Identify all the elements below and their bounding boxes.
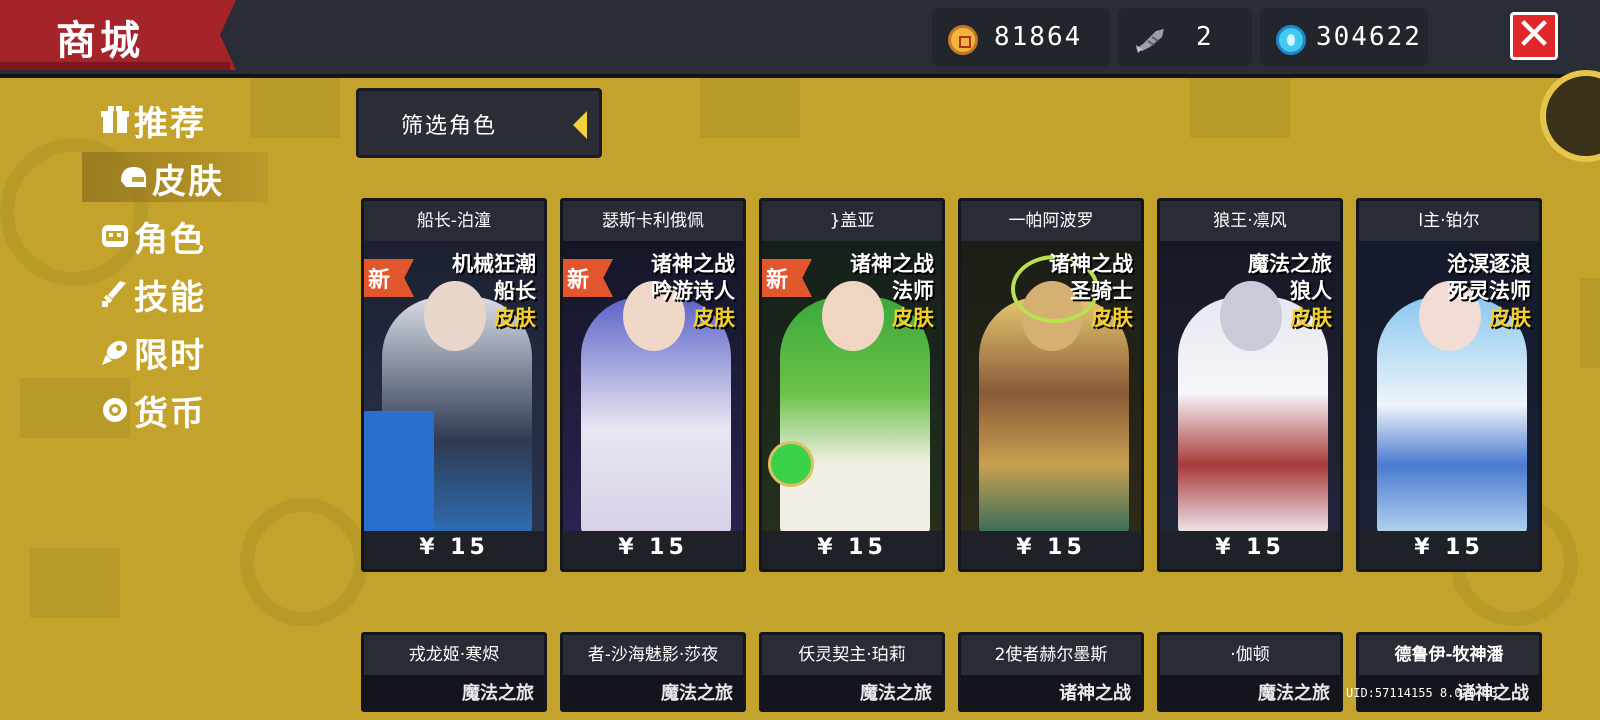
- skin-card-art: 沧溟逐浪 死灵法师 皮肤: [1359, 241, 1539, 531]
- skin-card[interactable]: 德鲁伊-牧神潘 诸神之战: [1356, 632, 1542, 712]
- gold-counter: 81864: [932, 8, 1110, 66]
- skin-card-price: ¥ 15: [419, 535, 489, 560]
- bg-pattern-ring: [240, 498, 368, 626]
- skin-card-name: 瑟斯卡利俄佩: [563, 201, 743, 241]
- bg-pattern-shape: [700, 78, 800, 138]
- filter-label: 筛选角色: [401, 114, 498, 139]
- top-bar: 商城 81864 2 304622 ✕: [0, 0, 1600, 78]
- skin-card-price: ¥ 15: [1016, 535, 1086, 560]
- skin-card-art: 新 诸神之战 吟游诗人 皮肤: [563, 241, 743, 531]
- helmet-icon: [121, 167, 146, 187]
- skin-card[interactable]: l主·铂尔 沧溟逐浪 死灵法师 皮肤 ¥ 15: [1356, 198, 1542, 572]
- skin-card-name: ·伽顿: [1160, 635, 1340, 675]
- page-title: 商城: [56, 18, 144, 64]
- skin-tag: 诸神之战 法师 皮肤: [850, 252, 934, 330]
- skin-card-name: 戎龙姬·寒烬: [364, 635, 544, 675]
- title-banner: 商城: [0, 0, 236, 70]
- skin-card[interactable]: 船长-泊潼 新 机械狂潮 船长 皮肤 ¥ 15: [361, 198, 547, 572]
- currency-coin-icon: [103, 398, 127, 422]
- character-filter-dropdown[interactable]: 筛选角色: [356, 88, 602, 158]
- skin-tag: 诸神之战 圣骑士 皮肤: [1049, 252, 1133, 330]
- skin-card[interactable]: }盖亚 新 诸神之战 法师 皮肤 ¥ 15: [759, 198, 945, 572]
- skin-card-name: 一帕阿波罗: [961, 201, 1141, 241]
- skin-card[interactable]: 仸灵契主·珀莉 魔法之旅: [759, 632, 945, 712]
- skin-tag: 魔法之旅: [661, 683, 733, 704]
- filter-arrow-icon: [573, 111, 587, 139]
- fish-counter: 2: [1118, 8, 1252, 66]
- sidebar-item-currency[interactable]: 货币: [100, 384, 206, 436]
- skill-sword-icon: [102, 281, 126, 307]
- gem-counter: 304622: [1260, 8, 1428, 66]
- skin-card-art: 魔法之旅 狼人 皮肤: [1160, 241, 1340, 531]
- skin-card-name: 2使者赫尔墨斯: [961, 635, 1141, 675]
- skin-card-price: ¥ 15: [817, 535, 887, 560]
- skin-tag: 诸神之战 吟游诗人 皮肤: [651, 252, 735, 330]
- skin-card-name: 狼王·凛风: [1160, 201, 1340, 241]
- skin-card-art: 新 诸神之战 法师 皮肤: [762, 241, 942, 531]
- skin-card[interactable]: 狼王·凛风 魔法之旅 狼人 皮肤 ¥ 15: [1157, 198, 1343, 572]
- sidebar-item-label: 推荐: [134, 103, 206, 144]
- sidebar-item-skills[interactable]: 技能: [100, 268, 206, 320]
- skin-card[interactable]: 一帕阿波罗 诸神之战 圣骑士 皮肤 ¥ 15: [958, 198, 1144, 572]
- skin-card-art: 诸神之战 圣骑士 皮肤: [961, 241, 1141, 531]
- new-badge: 新: [762, 259, 812, 297]
- sidebar-item-label: 限时: [134, 335, 206, 376]
- bg-pattern-shape: [1190, 78, 1290, 138]
- skin-card[interactable]: 戎龙姬·寒烬 魔法之旅: [361, 632, 547, 712]
- art-detail: [364, 411, 434, 531]
- bg-pattern-shape: [30, 548, 120, 618]
- gold-amount: 81864: [994, 22, 1083, 52]
- limited-rocket-icon: [102, 340, 128, 365]
- skin-tag: 沧溟逐浪 死灵法师 皮肤: [1447, 252, 1531, 330]
- gift-icon: [101, 106, 129, 133]
- art-orb: [768, 441, 814, 487]
- skin-card[interactable]: 瑟斯卡利俄佩 新 诸神之战 吟游诗人 皮肤 ¥ 15: [560, 198, 746, 572]
- bg-pattern-shape: [250, 78, 340, 138]
- skin-tag: 机械狂潮 船长 皮肤: [452, 252, 536, 330]
- skin-card-name: 船长-泊潼: [364, 201, 544, 241]
- sidebar-item-label: 技能: [134, 277, 206, 318]
- new-badge: 新: [563, 259, 613, 297]
- skin-card-name: l主·铂尔: [1359, 201, 1539, 241]
- skin-card[interactable]: 者-沙海魅影·莎夜 魔法之旅: [560, 632, 746, 712]
- skin-card-name: 德鲁伊-牧神潘: [1359, 635, 1539, 675]
- gold-coin-icon: [948, 25, 978, 55]
- sidebar-item-label: 皮肤: [152, 161, 224, 202]
- sidebar-item-limited[interactable]: 限时: [100, 326, 206, 378]
- gem-icon: [1276, 25, 1306, 55]
- sidebar-item-recommended[interactable]: 推荐: [100, 94, 206, 146]
- fish-icon: [1136, 29, 1164, 53]
- fish-amount: 2: [1196, 22, 1214, 52]
- bg-pattern-shape: [1580, 278, 1600, 368]
- skin-card-name: 者-沙海魅影·莎夜: [563, 635, 743, 675]
- character-face-icon: [102, 225, 128, 247]
- skin-tag: 魔法之旅: [1258, 683, 1330, 704]
- sidebar-item-skins[interactable]: 皮肤: [118, 152, 224, 204]
- skin-tag: 魔法之旅 狼人 皮肤: [1248, 252, 1332, 330]
- skin-card[interactable]: ·伽顿 魔法之旅: [1157, 632, 1343, 712]
- skin-card-name: 仸灵契主·珀莉: [762, 635, 942, 675]
- new-badge: 新: [364, 259, 414, 297]
- skin-tag: 诸神之战: [1059, 683, 1131, 704]
- gem-amount: 304622: [1316, 22, 1422, 52]
- sidebar-item-characters[interactable]: 角色: [100, 210, 206, 262]
- skin-card-price: ¥ 15: [618, 535, 688, 560]
- skin-card-price: ¥ 15: [1215, 535, 1285, 560]
- close-button[interactable]: ✕: [1510, 9, 1558, 60]
- skin-tag: 魔法之旅: [860, 683, 932, 704]
- skin-card-price: ¥ 15: [1414, 535, 1484, 560]
- close-icon: ✕: [1515, 9, 1553, 60]
- sidebar-item-label: 角色: [134, 219, 206, 260]
- skin-card-name: }盖亚: [762, 201, 942, 241]
- skin-card[interactable]: 2使者赫尔墨斯 诸神之战: [958, 632, 1144, 712]
- skin-card-art: 新 机械狂潮 船长 皮肤: [364, 241, 544, 531]
- uid-label: UID:57114155 8.0.0.13: [1346, 686, 1498, 700]
- skin-tag: 魔法之旅: [462, 683, 534, 704]
- sidebar-item-label: 货币: [134, 393, 206, 434]
